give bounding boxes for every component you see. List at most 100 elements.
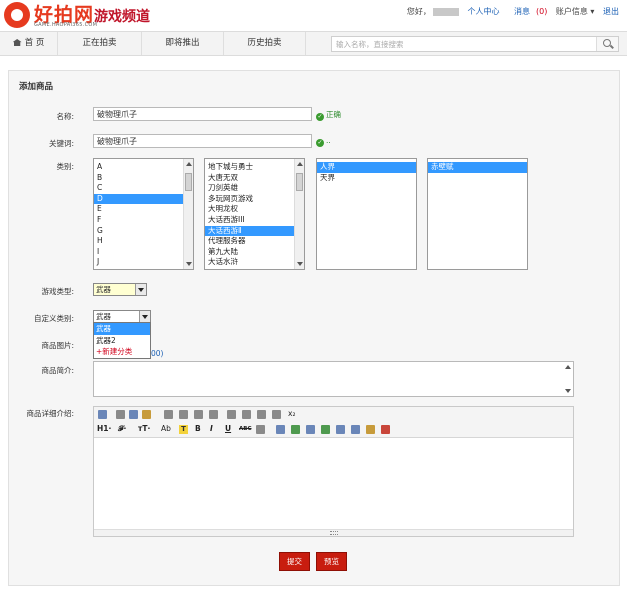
list-item-selected[interactable]: 人界 — [317, 162, 416, 173]
account-info-menu[interactable]: 账户信息 ▾ — [556, 7, 595, 16]
indent-icon[interactable] — [257, 410, 266, 419]
media-icon[interactable] — [381, 425, 390, 434]
nav-live-auctions[interactable]: 正在拍卖 — [58, 32, 142, 55]
flash-icon[interactable] — [321, 425, 330, 434]
align-center-icon[interactable] — [179, 410, 188, 419]
list-item[interactable]: J — [94, 257, 193, 268]
scroll-thumb[interactable] — [185, 173, 192, 191]
editor-content-area[interactable] — [94, 438, 573, 529]
nav-upcoming[interactable]: 即将推出 — [142, 32, 224, 55]
emoticon-icon[interactable] — [366, 425, 375, 434]
align-left-icon[interactable] — [164, 410, 173, 419]
search-icon[interactable] — [596, 37, 618, 51]
underline-icon[interactable]: U — [225, 424, 231, 433]
unordered-list-icon[interactable] — [242, 410, 251, 419]
list-item[interactable]: 刀剑英雄 — [205, 183, 304, 194]
nav-home[interactable]: 首 页 — [0, 32, 58, 55]
list-item[interactable]: H — [94, 236, 193, 247]
list-item[interactable]: 大话水浒 — [205, 257, 304, 268]
font-size-menu[interactable]: тT· — [138, 424, 150, 433]
keyword-input[interactable]: 破物理爪子 — [93, 134, 312, 148]
align-right-icon[interactable] — [194, 410, 203, 419]
scrollbar[interactable] — [294, 159, 304, 269]
editor-toolbar-row-1: x₂ — [94, 407, 573, 421]
new-category-option[interactable]: +新建分类 — [94, 346, 150, 358]
list-item[interactable]: A — [94, 162, 193, 173]
submit-button[interactable]: 提交 — [279, 552, 310, 571]
list-item[interactable]: 多玩网页游戏 — [205, 194, 304, 205]
logout-link[interactable]: 退出 — [603, 7, 619, 16]
subscript-icon[interactable]: x₂ — [288, 409, 295, 418]
outdent-icon[interactable] — [272, 410, 281, 419]
game-type-label: 游戏类型: — [41, 287, 74, 296]
link-icon[interactable] — [276, 425, 285, 434]
nav-home-label: 首 页 — [24, 38, 45, 48]
scroll-up-icon[interactable] — [186, 162, 192, 166]
unlink-icon[interactable] — [336, 425, 345, 434]
list-item-selected[interactable]: 赤壁赋 — [428, 162, 527, 173]
chevron-down-icon[interactable] — [135, 284, 146, 295]
game-type-value: 武器 — [96, 285, 111, 294]
messages-link[interactable]: 消息 (0) — [508, 7, 547, 16]
list-item[interactable]: B — [94, 173, 193, 184]
list-item[interactable]: 大唐无双 — [205, 173, 304, 184]
list-item[interactable]: C — [94, 183, 193, 194]
font-family-menu[interactable]: 𝓕· — [118, 424, 126, 434]
heading-menu[interactable]: H1· — [97, 424, 111, 433]
game-type-select[interactable]: 武器 — [93, 283, 147, 296]
category-realm-list[interactable]: 人界 天界 — [316, 158, 417, 270]
justify-icon[interactable] — [209, 410, 218, 419]
highlight-icon[interactable]: T — [179, 425, 188, 434]
scrollbar[interactable] — [563, 362, 573, 396]
list-item-selected[interactable]: 大话西游Ⅱ — [205, 225, 304, 237]
dropdown-option[interactable]: 武器 — [94, 323, 150, 335]
strikethrough-icon[interactable]: ABC — [239, 426, 252, 432]
image-icon[interactable] — [291, 425, 300, 434]
anchor-icon[interactable] — [351, 425, 360, 434]
dropdown-option[interactable]: 武器2 — [94, 335, 150, 347]
italic-icon[interactable]: I — [210, 424, 213, 433]
list-item[interactable]: I — [94, 247, 193, 258]
list-item[interactable]: 大话西游III — [205, 215, 304, 226]
name-input[interactable]: 破物理爪子 — [93, 107, 312, 121]
scroll-up-icon[interactable] — [565, 365, 571, 369]
paste-icon[interactable] — [142, 410, 151, 419]
scroll-down-icon[interactable] — [565, 389, 571, 393]
cut-icon[interactable] — [116, 410, 125, 419]
bold-icon[interactable]: B — [195, 424, 201, 433]
editor-resize-bar[interactable] — [94, 529, 573, 536]
list-item[interactable]: E — [94, 204, 193, 215]
nav-history[interactable]: 历史拍卖 — [224, 32, 306, 55]
list-item[interactable]: 大明龙权 — [205, 204, 304, 215]
category-game-list[interactable]: 地下城与勇士 大唐无双 刀剑英雄 多玩网页游戏 大明龙权 大话西游III 大话西… — [204, 158, 305, 270]
list-item-selected[interactable]: D — [94, 193, 193, 205]
search-input[interactable] — [332, 37, 587, 51]
source-icon[interactable] — [98, 410, 107, 419]
site-logo[interactable]: 好拍网 游戏频道 GAME.HAOPAI365.COM — [4, 2, 174, 30]
scrollbar[interactable] — [183, 159, 193, 269]
scroll-thumb[interactable] — [296, 173, 303, 191]
scroll-down-icon[interactable] — [297, 262, 303, 266]
category-server-list[interactable]: 赤壁赋 — [427, 158, 528, 270]
list-item[interactable]: 代理服务器 — [205, 236, 304, 247]
category-letter-list[interactable]: A B C D E F G H I J — [93, 158, 194, 270]
list-item[interactable]: G — [94, 226, 193, 237]
list-item[interactable]: 天界 — [317, 173, 416, 184]
scroll-up-icon[interactable] — [297, 162, 303, 166]
list-item[interactable]: F — [94, 215, 193, 226]
copy-icon[interactable] — [129, 410, 138, 419]
font-color-icon[interactable]: Ab — [161, 424, 171, 433]
image-label: 商品图片: — [41, 341, 74, 350]
list-item[interactable]: 地下城与勇士 — [205, 162, 304, 173]
scroll-down-icon[interactable] — [186, 262, 192, 266]
table-icon[interactable] — [306, 425, 315, 434]
resize-grip-icon[interactable] — [330, 531, 338, 535]
preview-button[interactable]: 预览 — [316, 552, 347, 571]
eraser-icon[interactable] — [256, 425, 265, 434]
ordered-list-icon[interactable] — [227, 410, 236, 419]
name-status-text: 正确 — [326, 110, 341, 119]
personal-center-link[interactable]: 个人中心 — [467, 7, 499, 16]
intro-textarea[interactable] — [93, 361, 574, 397]
list-item[interactable]: 第九大陆 — [205, 247, 304, 258]
chevron-down-icon[interactable] — [139, 311, 150, 322]
